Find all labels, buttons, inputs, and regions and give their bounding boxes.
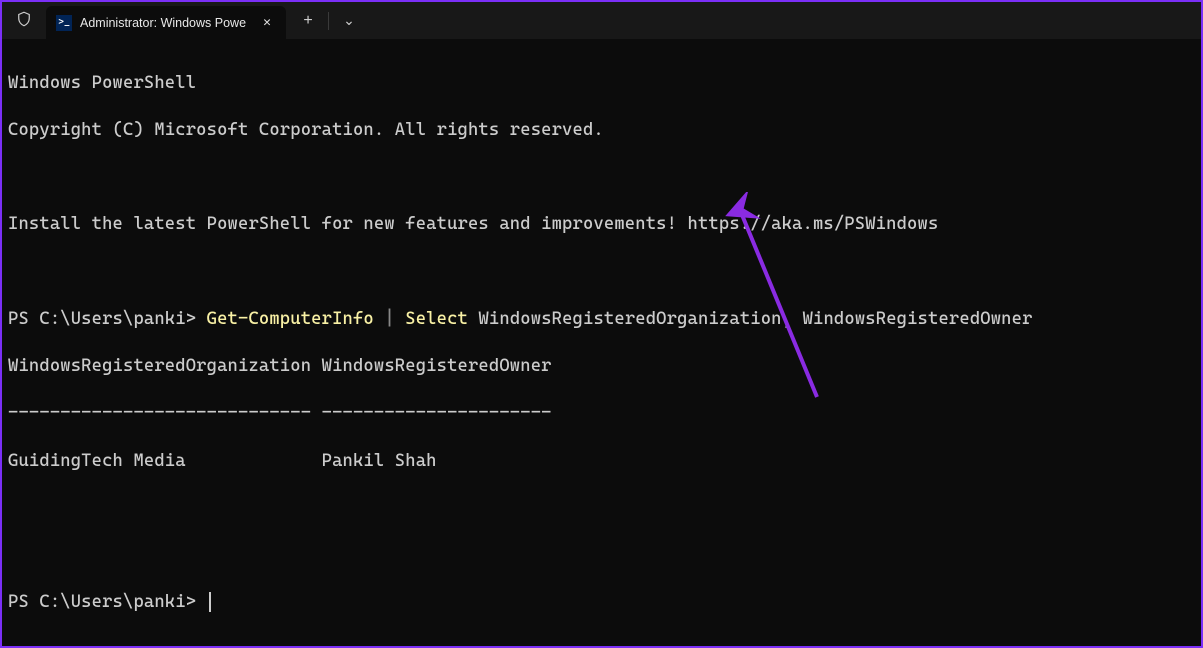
divider [328,12,329,30]
prompt: PS C:\Users\panki> [8,592,207,612]
space [468,309,478,329]
tab-title: Administrator: Windows Powe [80,16,250,30]
cmdlet-get-computerinfo: Get-ComputerInfo [207,309,374,329]
terminal-output[interactable]: Windows PowerShell Copyright (C) Microso… [2,40,1201,647]
banner-line: Windows PowerShell [8,72,1195,96]
blank-line [8,544,1195,568]
output-header: WindowsRegisteredOrganization WindowsReg… [8,355,1195,379]
cursor [209,592,211,612]
cmdlet-select: Select [405,309,468,329]
output-row: GuidingTech Media Pankil Shah [8,450,1195,474]
prompt: PS C:\Users\panki> [8,309,207,329]
blank-line [8,166,1195,190]
shield-icon [15,10,33,32]
install-hint-line: Install the latest PowerShell for new fe… [8,213,1195,237]
active-tab[interactable]: >_ Administrator: Windows Powe ✕ [46,6,286,39]
output-header-sep: ----------------------------- ----------… [8,402,1195,426]
select-arg-1: WindowsRegisteredOrganization [478,309,781,329]
tab-dropdown-button[interactable]: ⌄ [331,5,367,37]
powershell-icon: >_ [56,15,72,31]
window-icon-area [2,2,46,39]
command-line: PS C:\Users\panki> Get-ComputerInfo | Se… [8,308,1195,332]
title-bar: >_ Administrator: Windows Powe ✕ + ⌄ [2,2,1201,40]
blank-line [8,497,1195,521]
tab-actions: + ⌄ [286,2,367,39]
tab-close-button[interactable]: ✕ [258,14,276,32]
new-tab-button[interactable]: + [290,5,326,37]
blank-line [8,261,1195,285]
pipe-operator: | [374,309,405,329]
prompt-line: PS C:\Users\panki> [8,591,1195,615]
comma: , [782,309,803,329]
select-arg-2: WindowsRegisteredOwner [803,309,1033,329]
copyright-line: Copyright (C) Microsoft Corporation. All… [8,119,1195,143]
